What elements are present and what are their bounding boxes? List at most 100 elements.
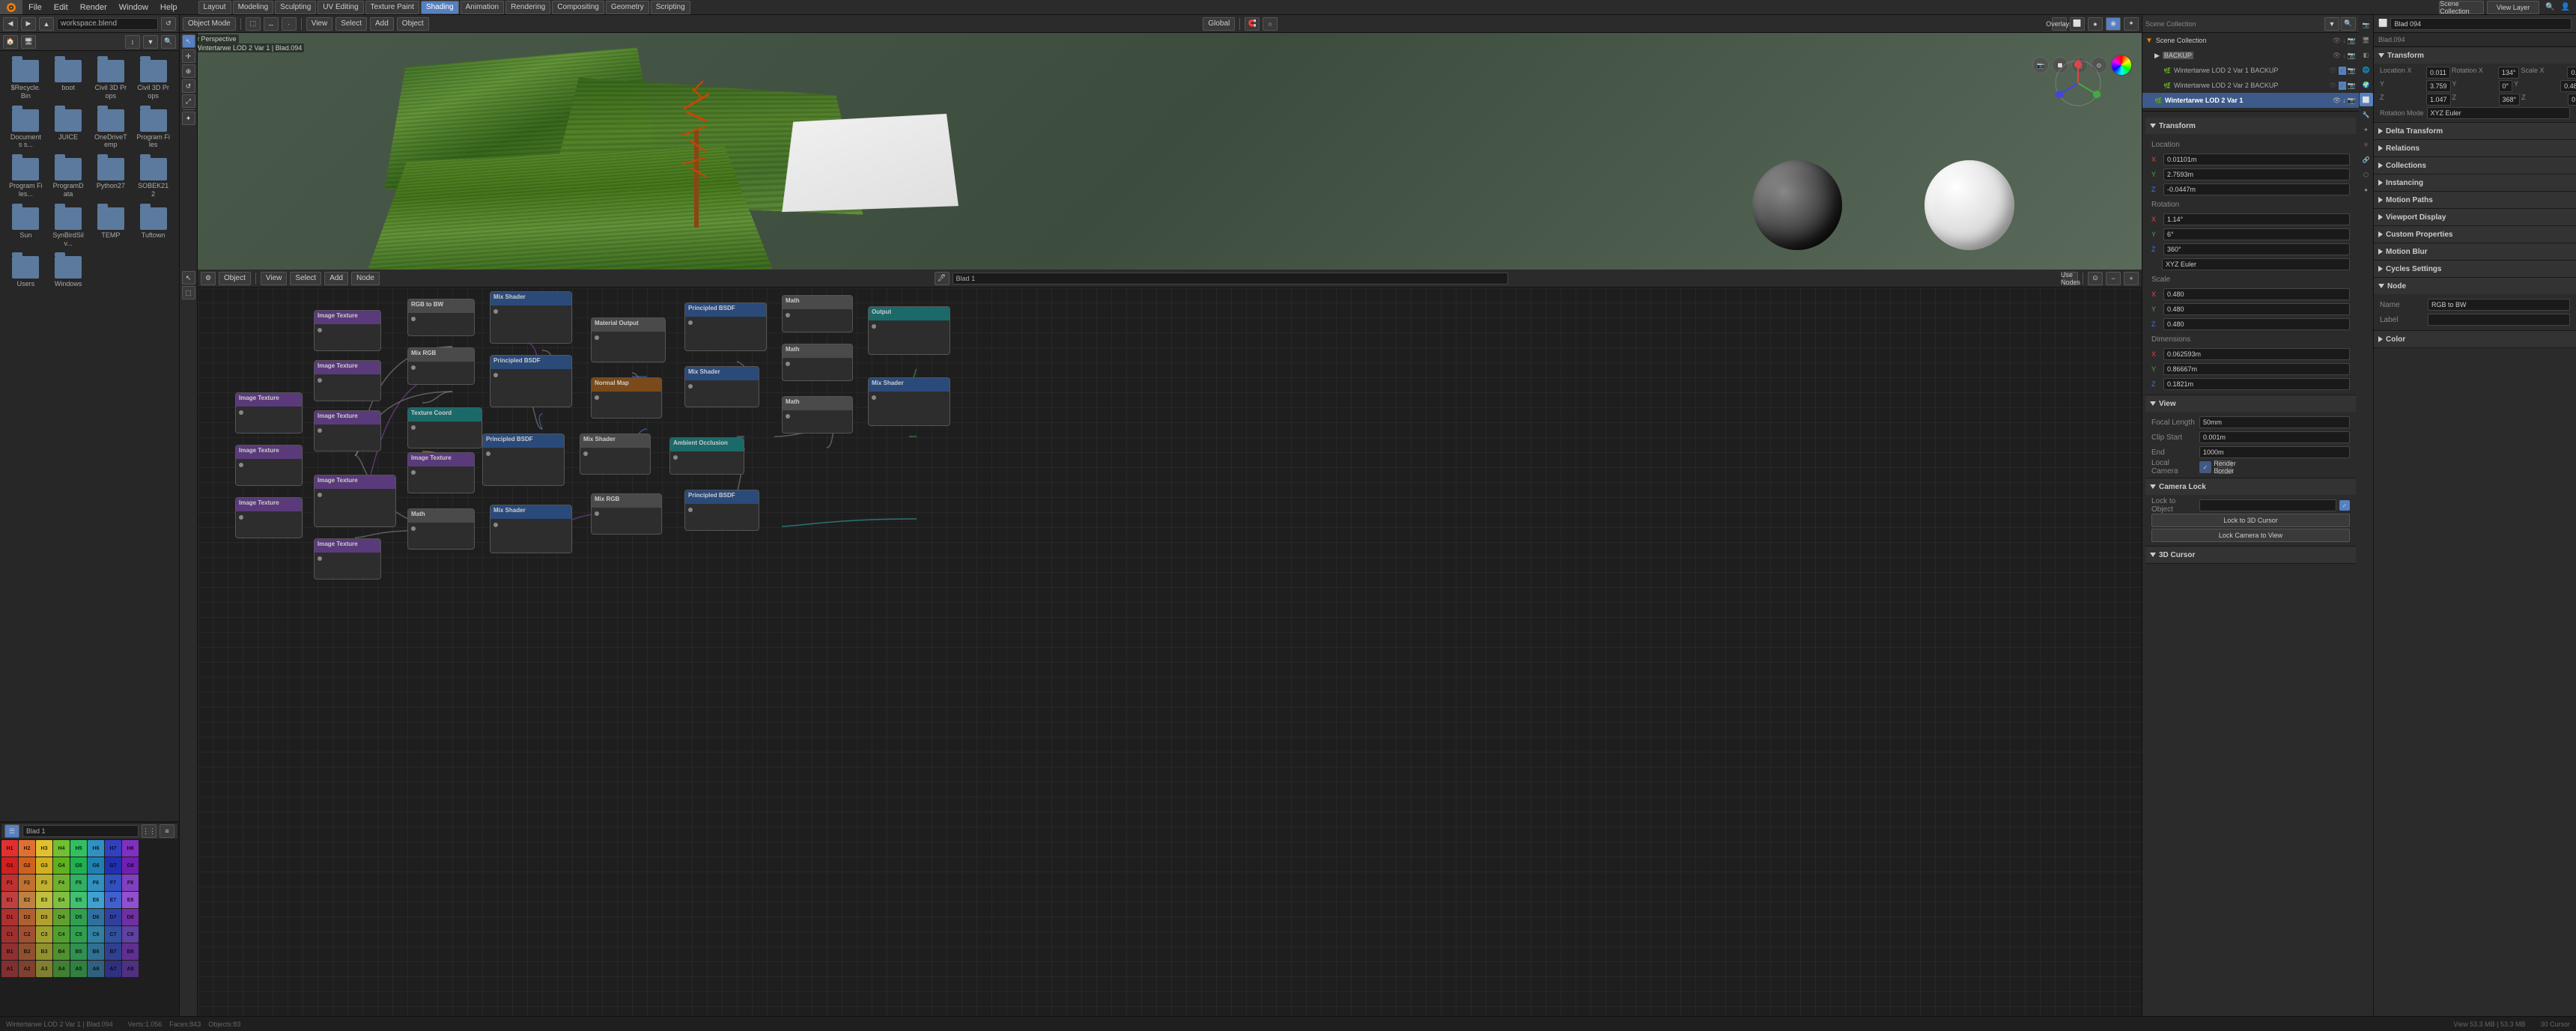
object-name-field[interactable]: Blad 094 (2390, 18, 2572, 30)
node-box-18[interactable]: Mix Shader (580, 434, 651, 475)
checker-cell[interactable]: H4 (53, 840, 70, 857)
overlays-btn[interactable]: Overlays (2052, 17, 2067, 31)
color-header[interactable]: Color (2374, 331, 2576, 347)
section-header-delta-transform[interactable]: Delta Transform (2374, 123, 2576, 139)
checker-cell[interactable]: E1 (1, 892, 18, 908)
tab-sculpting[interactable]: Sculpting (275, 1, 316, 14)
snap-btn[interactable]: 🧲 (1245, 17, 1260, 31)
camera-icon1[interactable]: 📷 (2032, 57, 2049, 73)
checker-cell[interactable]: B1 (1, 943, 18, 960)
checker-cell[interactable]: D8 (122, 909, 139, 925)
folder-item[interactable]: Tuftown (133, 204, 173, 251)
desktop-btn[interactable]: 🖥 (21, 35, 36, 49)
props-render-icon[interactable]: 📷 (2360, 18, 2373, 31)
node-box-11[interactable]: Math (782, 295, 853, 332)
node-box-10[interactable]: Principled BSDF (684, 302, 767, 351)
home-btn[interactable]: 🏠 (3, 35, 18, 49)
node-box-1[interactable]: Image Texture (314, 360, 381, 401)
section-header-motion-paths[interactable]: Motion Paths (2374, 192, 2576, 208)
tool-move[interactable]: ⊕ (182, 64, 195, 78)
props-physics-icon[interactable]: ⚛ (2360, 138, 2373, 151)
viewport-mode-dropdown[interactable]: Object Mode (183, 17, 236, 31)
scl-x[interactable]: 0.480 (2567, 67, 2576, 79)
dim-z-field[interactable]: 0.1821m (2163, 378, 2350, 390)
orbit-gizmo[interactable]: Z X Y (2052, 57, 2104, 109)
file-menu[interactable]: File (22, 0, 48, 14)
checker-cell[interactable]: H3 (36, 840, 52, 857)
checker-cell[interactable]: G7 (105, 857, 121, 874)
checker-cell[interactable]: E8 (122, 892, 139, 908)
node-box-12[interactable]: Math (782, 344, 853, 381)
tab-animation[interactable]: Animation (461, 1, 504, 14)
tab-rendering[interactable]: Rendering (505, 1, 550, 14)
checker-cell[interactable]: F3 (36, 875, 52, 891)
props-particles-icon[interactable]: ✦ (2360, 123, 2373, 136)
lock-to-object-btn[interactable]: ✓ (2339, 500, 2350, 511)
outliner-search-btn[interactable]: 🔍 (2341, 17, 2356, 31)
checker-cell[interactable]: C1 (1, 926, 18, 943)
folder-item[interactable]: SynBirdSilv... (49, 204, 88, 251)
node-box-2[interactable]: Image Texture (314, 410, 381, 451)
checker-cell[interactable]: G8 (122, 857, 139, 874)
rotation-z-field[interactable]: 360° (2163, 243, 2350, 255)
node-object-dropdown[interactable]: Object (219, 272, 251, 285)
checker-cell[interactable]: G3 (36, 857, 52, 874)
node-add-dropdown[interactable]: Add (324, 272, 348, 285)
checker-cell[interactable]: H2 (19, 840, 35, 857)
checker-cell[interactable]: A6 (88, 961, 104, 977)
checker-cell[interactable]: G5 (70, 857, 87, 874)
checker-cell[interactable]: B3 (36, 943, 52, 960)
search-btn[interactable]: 🔍 (161, 35, 176, 49)
node-box-15[interactable]: Image Texture (235, 445, 303, 486)
tab-modeling[interactable]: Modeling (233, 1, 274, 14)
checker-cell[interactable]: D7 (105, 909, 121, 925)
folder-item[interactable]: Windows (49, 253, 88, 291)
checker-cell[interactable]: B7 (105, 943, 121, 960)
scene-selector[interactable]: Scene Collection (2439, 1, 2484, 14)
select-dropdown[interactable]: Select (335, 17, 367, 31)
scale-z-field[interactable]: 0.480 (2163, 318, 2350, 330)
checker-cell[interactable]: D6 (88, 909, 104, 925)
checker-cell[interactable]: H8 (122, 840, 139, 857)
folder-item[interactable]: Users (6, 253, 46, 291)
checker-cell[interactable]: H5 (70, 840, 87, 857)
tab-geometry[interactable]: Geometry (606, 1, 649, 14)
props-object-icon[interactable]: ⬜ (2360, 93, 2373, 106)
node-view-dropdown[interactable]: View (261, 272, 288, 285)
section-header-cycles-settings[interactable]: Cycles Settings (2374, 261, 2576, 277)
node-box-27[interactable]: Principled BSDF (684, 490, 759, 531)
dim-y-field[interactable]: 0.86667m (2163, 363, 2350, 375)
outliner-backup[interactable]: ▶ BACKUP 👁 ↓ 📷 (2142, 48, 2359, 63)
object-dropdown[interactable]: Object (397, 17, 429, 31)
rot-y[interactable]: 0° (2499, 80, 2513, 92)
node-select-dropdown[interactable]: Select (290, 272, 321, 285)
node-box-5[interactable]: Mix Shader (490, 291, 572, 344)
node-zoom-out[interactable]: − (2106, 272, 2121, 285)
checker-cell[interactable]: C2 (19, 926, 35, 943)
checker-name-field[interactable]: Blad 1 (22, 825, 139, 837)
refresh-btn[interactable]: ↺ (161, 17, 176, 31)
node-box-24[interactable]: Math (407, 508, 475, 550)
checker-cell[interactable]: G2 (19, 857, 35, 874)
dim-x-field[interactable]: 0.062593m (2163, 348, 2350, 360)
checker-cell[interactable]: B8 (122, 943, 139, 960)
folder-item[interactable]: Python27 (91, 155, 131, 201)
cursor-3d-header[interactable]: 3D Cursor (2145, 547, 2356, 563)
checker-list-btn[interactable]: ≡ (160, 824, 174, 838)
checker-cell[interactable]: F6 (88, 875, 104, 891)
nav-up-btn[interactable]: ▲ (39, 17, 54, 31)
node-box-22[interactable]: Image Texture (235, 497, 303, 538)
vp-btn2[interactable]: ↔ (264, 17, 279, 31)
node-material-icon[interactable]: 🖊 (935, 272, 950, 285)
folder-item[interactable]: Documents s... (6, 106, 46, 153)
section-header-viewport-display[interactable]: Viewport Display (2374, 209, 2576, 225)
add-dropdown[interactable]: Add (370, 17, 394, 31)
sort-btn[interactable]: ↕ (125, 35, 140, 49)
checker-cell[interactable]: F2 (19, 875, 35, 891)
nav-forward-btn[interactable]: ▶ (21, 17, 36, 31)
section-header-relations[interactable]: Relations (2374, 140, 2576, 156)
transform-header[interactable]: Transform (2145, 118, 2356, 134)
edit-menu[interactable]: Edit (48, 0, 74, 14)
vp-btn1[interactable]: ⬚ (246, 17, 261, 31)
props-output-icon[interactable]: 🖥 (2360, 33, 2373, 46)
